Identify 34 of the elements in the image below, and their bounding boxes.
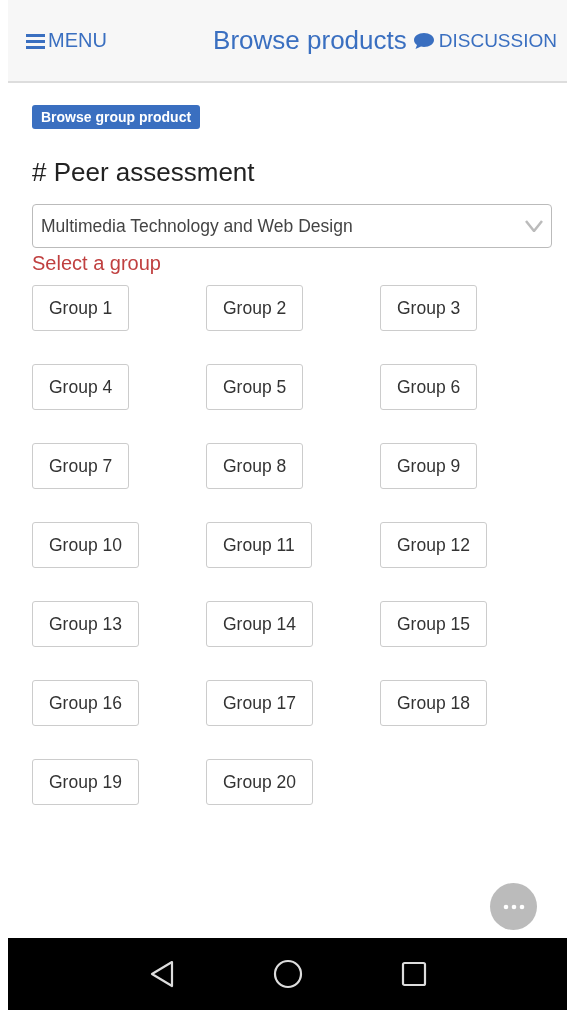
group-button[interactable]: Group 9 xyxy=(380,443,478,489)
speech-bubble-icon xyxy=(412,31,435,50)
more-icon xyxy=(502,903,525,910)
recents-icon[interactable] xyxy=(400,961,427,987)
course-select[interactable]: Multimedia Technology and Web Design xyxy=(32,204,552,248)
group-button[interactable]: Group 3 xyxy=(380,285,478,331)
section-tag: Browse group product xyxy=(32,105,201,129)
group-button[interactable]: Group 17 xyxy=(206,680,313,726)
chevron-down-icon xyxy=(525,220,543,232)
section-heading: # Peer assessment xyxy=(32,157,255,188)
menu-button[interactable]: MENU xyxy=(26,29,107,52)
group-button[interactable]: Group 5 xyxy=(206,364,304,410)
discussion-button[interactable]: DISCUSSION xyxy=(412,29,557,52)
group-button[interactable]: Group 14 xyxy=(206,601,313,647)
group-button[interactable]: Group 11 xyxy=(206,522,312,568)
group-button[interactable]: Group 10 xyxy=(32,522,139,568)
group-button[interactable]: Group 6 xyxy=(380,364,478,410)
group-button[interactable]: Group 12 xyxy=(380,522,487,568)
group-button[interactable]: Group 2 xyxy=(206,285,304,331)
group-button[interactable]: Group 13 xyxy=(32,601,139,647)
group-button[interactable]: Group 19 xyxy=(32,759,139,805)
group-button[interactable]: Group 1 xyxy=(32,285,130,331)
group-button[interactable]: Group 16 xyxy=(32,680,139,726)
group-button[interactable]: Group 18 xyxy=(380,680,487,726)
group-button[interactable]: Group 7 xyxy=(32,443,130,489)
group-button[interactable]: Group 15 xyxy=(380,601,487,647)
menu-icon xyxy=(26,32,45,49)
home-icon[interactable] xyxy=(272,959,303,989)
error-message: Select a group xyxy=(32,252,161,275)
page-title: Browse products xyxy=(213,25,407,56)
back-icon[interactable] xyxy=(148,960,175,988)
group-button[interactable]: Group 20 xyxy=(206,759,313,805)
group-button[interactable]: Group 4 xyxy=(32,364,130,410)
group-button[interactable]: Group 8 xyxy=(206,443,304,489)
